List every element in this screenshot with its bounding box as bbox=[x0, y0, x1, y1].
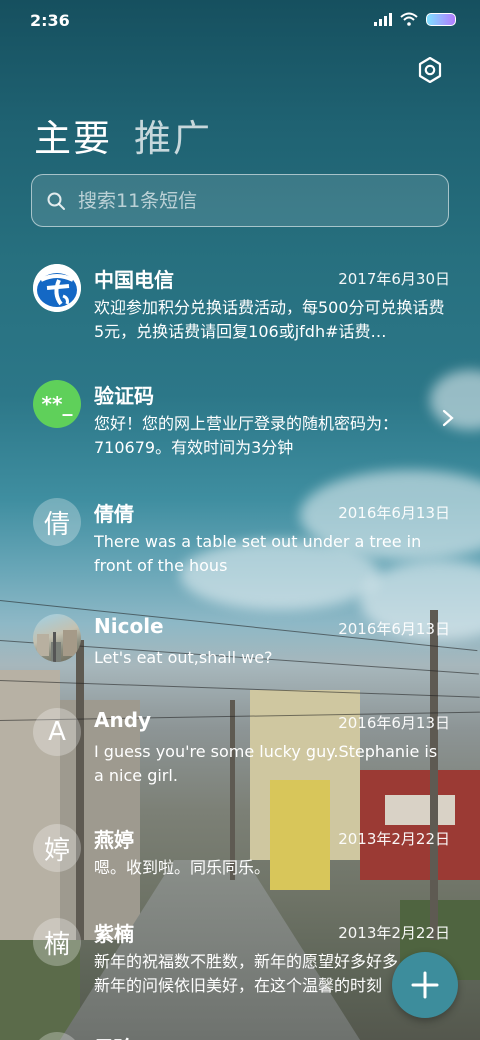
status-time: 2:36 bbox=[30, 11, 70, 30]
search-bar[interactable] bbox=[31, 174, 449, 227]
settings-button[interactable] bbox=[414, 54, 446, 86]
message-date: 2016年6月13日 bbox=[338, 504, 450, 522]
plus-icon bbox=[411, 971, 439, 999]
avatar bbox=[33, 1032, 81, 1040]
search-icon bbox=[47, 192, 65, 210]
wifi-icon bbox=[400, 12, 418, 26]
chevron-right-icon[interactable] bbox=[442, 408, 454, 433]
sender-name: 验证码 bbox=[94, 384, 154, 408]
avatar: 婷 bbox=[33, 824, 81, 872]
message-date: 2013年2月22日 bbox=[338, 830, 450, 848]
sender-name: 紫楠 bbox=[94, 922, 134, 946]
sender-name: 倩倩 bbox=[94, 502, 134, 526]
message-preview: Let's eat out,shall we? bbox=[94, 648, 273, 667]
status-bar: 2:36 bbox=[0, 0, 480, 40]
conversation-item[interactable]: **_ 验证码 您好！您的网上营业厅登录的随机密码为：710679。有效时间为3… bbox=[0, 374, 480, 486]
tab-promotions[interactable]: 推广 bbox=[134, 108, 212, 162]
sender-name: Nicole bbox=[94, 614, 164, 638]
verification-code-avatar: **_ bbox=[33, 380, 81, 428]
avatar: 倩 bbox=[33, 498, 81, 546]
conversation-item[interactable]: 子玲 bbox=[0, 1026, 480, 1040]
message-date: 2017年6月30日 bbox=[338, 270, 450, 288]
tab-main[interactable]: 主要 bbox=[34, 108, 112, 162]
china-telecom-logo-icon bbox=[33, 264, 81, 312]
message-date: 2016年6月13日 bbox=[338, 620, 450, 638]
message-date: 2013年2月22日 bbox=[338, 924, 450, 942]
message-date: 2016年6月13日 bbox=[338, 714, 450, 732]
avatar: A bbox=[33, 708, 81, 756]
sender-name: 燕婷 bbox=[94, 828, 134, 852]
message-preview: 新年的祝福数不胜数，新年的愿望好多好多，新年的问候依旧美好，在这个温馨的时刻 bbox=[94, 952, 414, 995]
photo-avatar bbox=[33, 614, 81, 662]
conversation-item[interactable]: 倩 倩倩 2016年6月13日 There was a table set ou… bbox=[0, 492, 480, 604]
conversation-item[interactable]: A Andy 2016年6月13日 I guess you're some lu… bbox=[0, 702, 480, 814]
message-preview: I guess you're some lucky guy.Stephanie … bbox=[94, 742, 438, 785]
street-photo-icon bbox=[37, 630, 77, 662]
conversation-item[interactable]: 中国电信 2017年6月30日 欢迎参加积分兑换话费活动，每500分可兑换话费5… bbox=[0, 258, 480, 370]
message-preview: 嗯。收到啦。同乐同乐。 bbox=[94, 858, 271, 877]
signal-icon bbox=[374, 12, 392, 26]
avatar: 楠 bbox=[33, 918, 81, 966]
search-input[interactable] bbox=[78, 189, 418, 212]
message-preview: There was a table set out under a tree i… bbox=[94, 532, 422, 575]
gear-icon bbox=[418, 57, 442, 83]
new-message-button[interactable] bbox=[392, 952, 458, 1018]
message-preview: 您好！您的网上营业厅登录的随机密码为：710679。有效时间为3分钟 bbox=[94, 414, 399, 457]
sender-name: 中国电信 bbox=[94, 268, 174, 292]
china-telecom-logo-avatar bbox=[33, 264, 81, 312]
sender-name: Andy bbox=[94, 708, 152, 732]
message-preview: 欢迎参加积分兑换话费活动，每500分可兑换话费5元，兑换话费请回复106或jfd… bbox=[94, 298, 445, 341]
tab-bar: 主要 推广 bbox=[34, 108, 212, 162]
battery-icon bbox=[426, 12, 456, 26]
sender-name: 子玲 bbox=[94, 1032, 134, 1040]
